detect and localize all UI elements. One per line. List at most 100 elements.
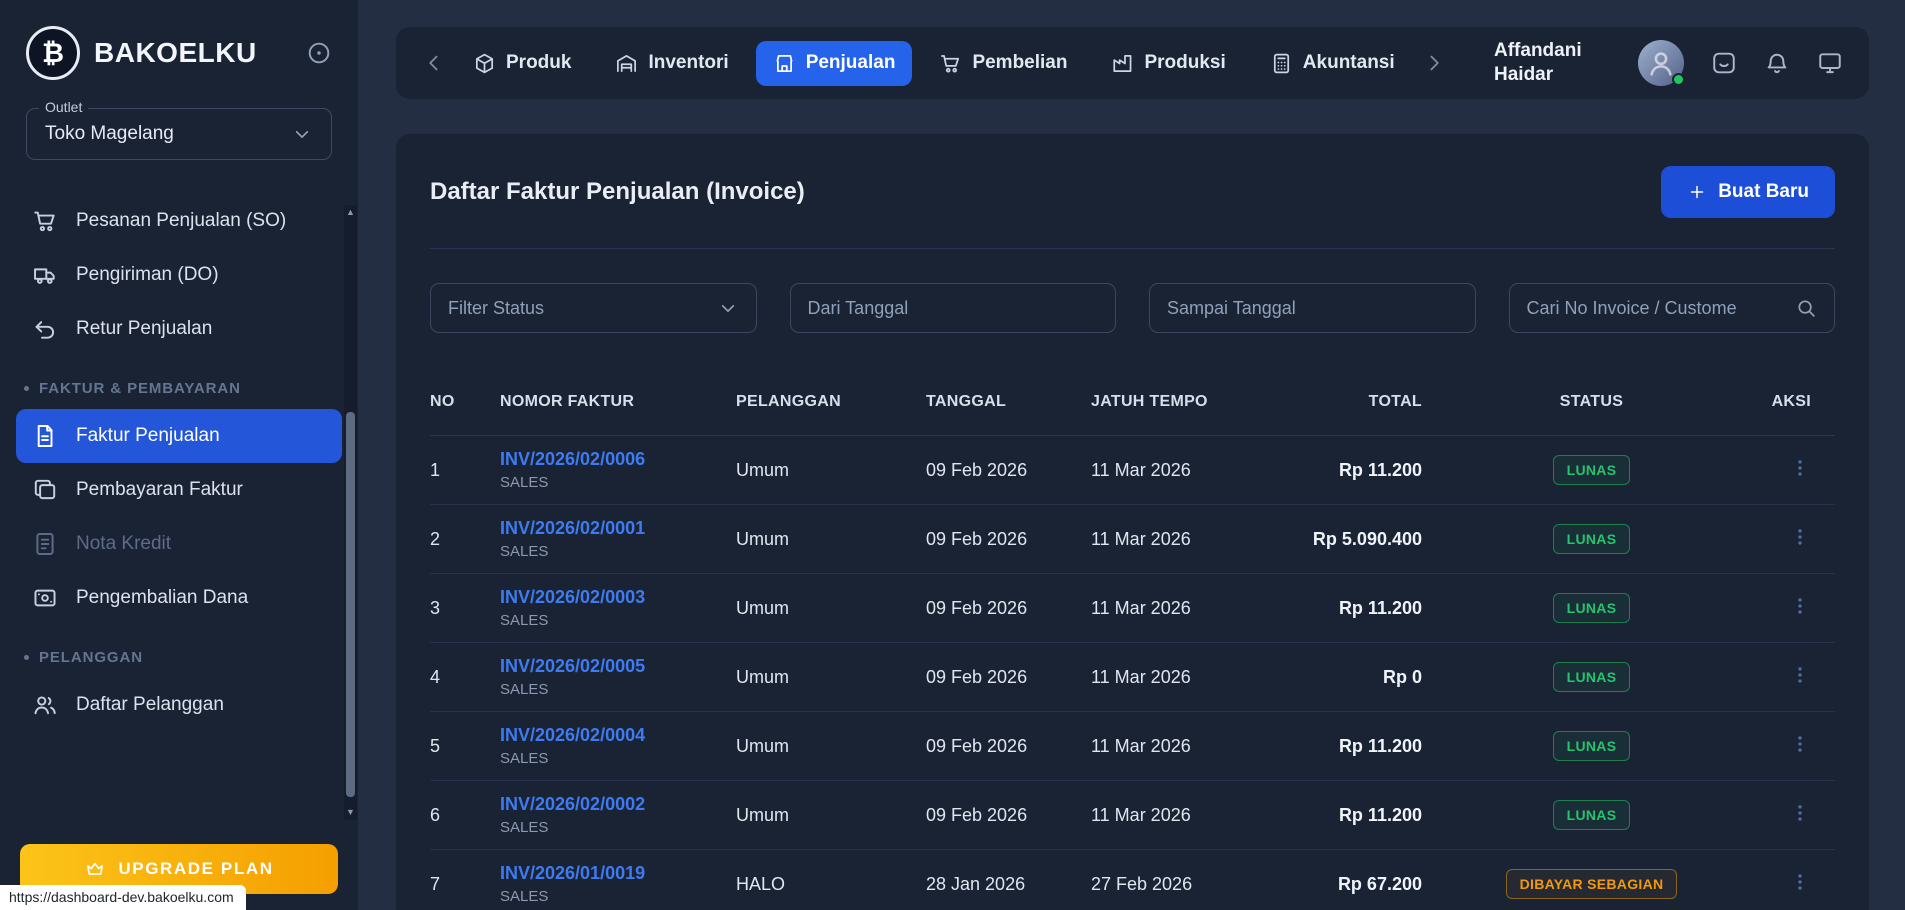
nav-scroll-right-icon[interactable] <box>1422 51 1446 75</box>
sidebar-item-nota-kredit[interactable]: Nota Kredit <box>16 517 342 571</box>
row-actions-menu-icon[interactable] <box>1789 526 1811 548</box>
due-date-cell: 11 Mar 2026 <box>1091 667 1263 688</box>
total-cell: Rp 11.200 <box>1263 460 1428 481</box>
date-cell: 09 Feb 2026 <box>926 736 1091 757</box>
sidebar-item-retur-penjualan[interactable]: Retur Penjualan <box>16 302 342 356</box>
column-header-status: STATUS <box>1428 393 1755 411</box>
invoice-row: 5INV/2026/02/0004SALESUmum09 Feb 202611 … <box>430 712 1835 781</box>
nav-item-penjualan[interactable]: Penjualan <box>756 41 913 86</box>
row-number: 5 <box>430 736 500 757</box>
date-to-input[interactable] <box>1167 298 1458 319</box>
invoice-doc-type: SALES <box>500 543 736 560</box>
invoice-icon <box>32 423 58 449</box>
brand-name: BAKOELKU <box>94 37 257 69</box>
user-name: Affandani Haidar <box>1494 39 1612 88</box>
nav-item-produksi[interactable]: Produksi <box>1094 41 1242 86</box>
status-badge: LUNAS <box>1553 662 1631 692</box>
upgrade-plan-label: UPGRADE PLAN <box>118 859 273 879</box>
brand-header: ₿ BAKOELKU <box>0 26 358 80</box>
invoice-link[interactable]: INV/2026/02/0001 <box>500 518 736 539</box>
card-header: Daftar Faktur Penjualan (Invoice) Buat B… <box>430 134 1835 249</box>
date-to-field[interactable] <box>1149 283 1476 333</box>
scroll-down-icon[interactable]: ▼ <box>346 805 355 820</box>
row-number: 3 <box>430 598 500 619</box>
avatar[interactable] <box>1638 40 1684 86</box>
chevron-down-icon <box>291 123 313 145</box>
brand-logo-icon: ₿ <box>26 26 80 80</box>
return-icon <box>32 316 58 342</box>
status-badge: LUNAS <box>1553 800 1631 830</box>
customer-cell: Umum <box>736 598 926 619</box>
sidebar-section-faktur-pembayaran: FAKTUR & PEMBAYARAN <box>16 356 342 409</box>
date-cell: 28 Jan 2026 <box>926 874 1091 895</box>
scrollbar-track[interactable] <box>344 220 357 805</box>
total-cell: Rp 5.090.400 <box>1263 529 1428 550</box>
sidebar-toggle-icon[interactable] <box>306 40 332 66</box>
nav-item-inventori[interactable]: Inventori <box>598 41 745 86</box>
total-cell: Rp 11.200 <box>1263 805 1428 826</box>
sidebar-item-pengiriman-do[interactable]: Pengiriman (DO) <box>16 248 342 302</box>
bell-icon[interactable] <box>1764 50 1790 76</box>
bullet-icon <box>24 655 29 660</box>
row-actions-menu-icon[interactable] <box>1789 595 1811 617</box>
bullet-icon <box>24 386 29 391</box>
invoice-link[interactable]: INV/2026/02/0003 <box>500 587 736 608</box>
status-filter-select[interactable]: Filter Status <box>430 283 757 333</box>
invoice-search-field[interactable] <box>1509 283 1836 333</box>
users-icon <box>32 692 58 718</box>
nav-item-pembelian[interactable]: Pembelian <box>922 41 1084 86</box>
date-from-input[interactable] <box>808 298 1099 319</box>
sidebar-item-pesanan-penjualan-so[interactable]: Pesanan Penjualan (SO) <box>16 194 342 248</box>
invoice-doc-type: SALES <box>500 681 736 698</box>
status-badge: LUNAS <box>1553 524 1631 554</box>
total-cell: Rp 0 <box>1263 667 1428 688</box>
column-header-pelanggan: PELANGGAN <box>736 393 926 411</box>
invoice-table-body: 1INV/2026/02/0006 SALES Umum 09 Feb 2026 11 … <box>430 436 1835 910</box>
monitor-icon[interactable] <box>1817 50 1843 76</box>
nav-item-produk[interactable]: Produk <box>456 41 588 86</box>
sidebar-scrollbar[interactable]: ▲ ▼ <box>344 205 357 820</box>
row-actions-menu-icon[interactable] <box>1789 733 1811 755</box>
status-badge: LUNAS <box>1553 731 1631 761</box>
invoice-link[interactable]: INV/2026/01/0019 <box>500 863 736 884</box>
row-actions-menu-icon[interactable] <box>1789 871 1811 893</box>
column-header-tanggal: TANGGAL <box>926 393 1091 411</box>
row-actions-menu-icon[interactable] <box>1789 802 1811 824</box>
plus-icon <box>1687 182 1707 202</box>
outlet-select[interactable]: Outlet Toko Magelang <box>26 108 332 160</box>
chat-icon[interactable] <box>1711 50 1737 76</box>
invoice-link[interactable]: INV/2026/02/0002 <box>500 794 736 815</box>
factory-icon <box>1111 52 1134 75</box>
nav-item-akuntansi[interactable]: Akuntansi <box>1253 41 1412 86</box>
scroll-up-icon[interactable]: ▲ <box>346 205 355 220</box>
status-badge: LUNAS <box>1553 455 1631 485</box>
payment-icon <box>32 477 58 503</box>
invoice-doc-type: SALES <box>500 888 736 905</box>
sidebar-item-faktur-penjualan[interactable]: Faktur Penjualan <box>16 409 342 463</box>
sidebar: ₿ BAKOELKU Outlet Toko Magelang Pesanan … <box>0 0 358 910</box>
invoice-search-input[interactable] <box>1527 298 1786 319</box>
invoice-link[interactable]: INV/2026/02/0004 <box>500 725 736 746</box>
box-icon <box>473 52 496 75</box>
invoice-link[interactable]: INV/2026/02/0005 <box>500 656 736 677</box>
status-filter-placeholder: Filter Status <box>448 298 707 319</box>
status-badge: DIBAYAR SEBAGIAN <box>1506 869 1678 899</box>
nav-scroll-left-icon[interactable] <box>422 51 446 75</box>
browser-status-url: https://dashboard-dev.bakoelku.com <box>0 885 246 910</box>
customer-cell: HALO <box>736 874 926 895</box>
invoice-link[interactable]: INV/2026/02/0006 <box>500 449 736 470</box>
scrollbar-thumb[interactable] <box>346 412 355 797</box>
sidebar-item-daftar-pelanggan[interactable]: Daftar Pelanggan <box>16 678 342 732</box>
row-actions-menu-icon[interactable] <box>1789 664 1811 686</box>
row-number: 1 <box>430 460 500 481</box>
sidebar-item-pengembalian-dana[interactable]: Pengembalian Dana <box>16 571 342 625</box>
invoice-row: 6INV/2026/02/0002SALESUmum09 Feb 202611 … <box>430 781 1835 850</box>
date-from-field[interactable] <box>790 283 1117 333</box>
customer-cell: Umum <box>736 460 926 481</box>
row-actions-menu-icon[interactable] <box>1789 457 1811 479</box>
date-cell: 09 Feb 2026 <box>926 529 1091 550</box>
create-invoice-button[interactable]: Buat Baru <box>1661 166 1835 218</box>
cart-icon <box>32 208 58 234</box>
sidebar-item-pembayaran-faktur[interactable]: Pembayaran Faktur <box>16 463 342 517</box>
due-date-cell: 11 Mar 2026 <box>1091 460 1263 481</box>
